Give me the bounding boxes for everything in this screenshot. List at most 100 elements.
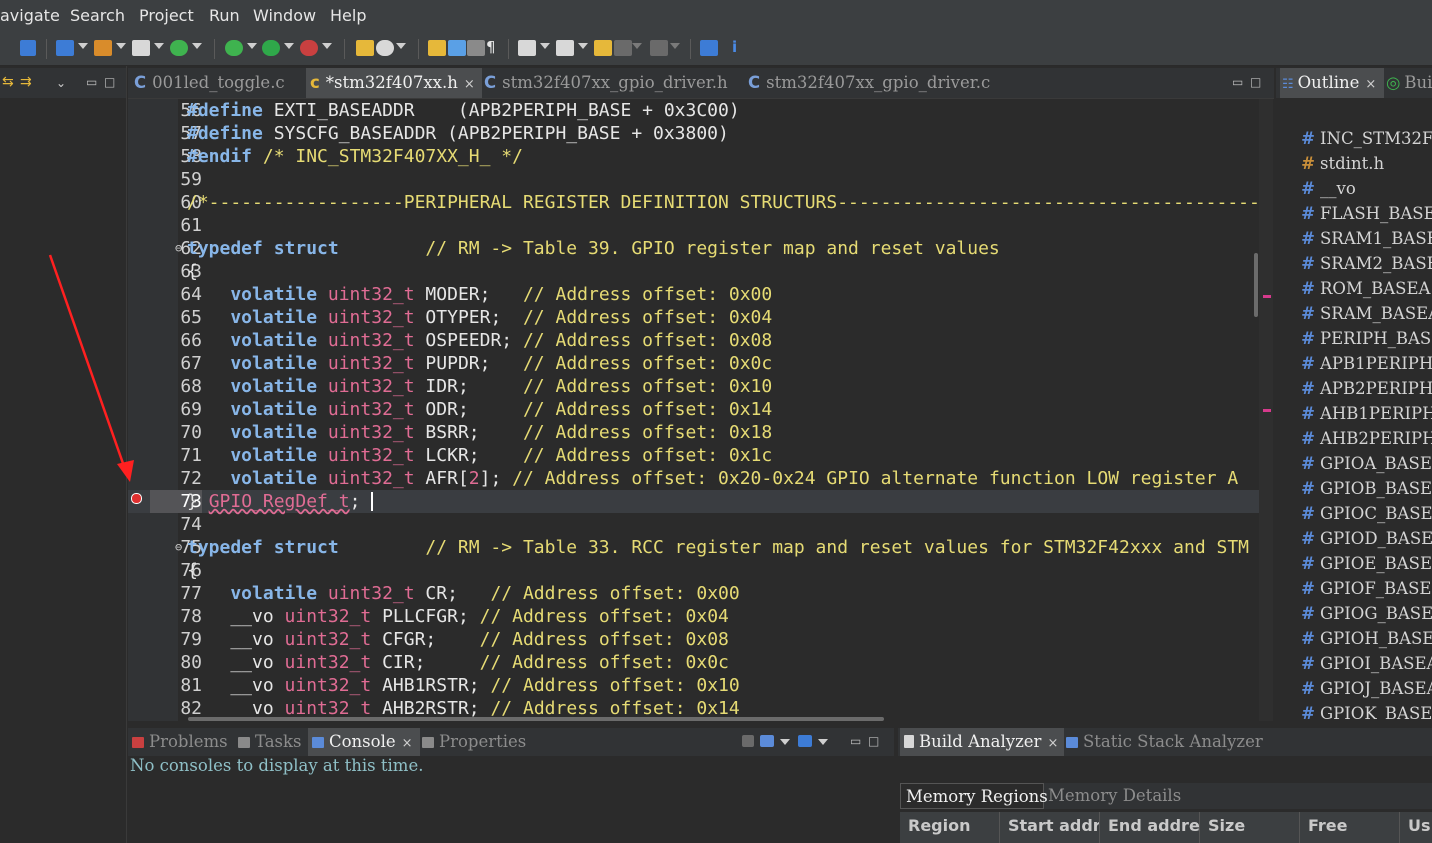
word-wrap-icon[interactable]	[448, 40, 466, 56]
code-line[interactable]: 77 volatile uint32_t CR; // Address offs…	[128, 582, 1259, 605]
minimize-icon[interactable]: ▭	[1232, 75, 1243, 89]
column-region[interactable]: Region	[900, 812, 1000, 843]
minimize-icon[interactable]: ▭	[86, 75, 97, 89]
code-line[interactable]: 78 __vo uint32_t PLLCFGR; // Address off…	[128, 605, 1259, 628]
close-icon[interactable]: ×	[1365, 77, 1376, 92]
info-icon[interactable]: i	[732, 39, 750, 55]
error-marker[interactable]	[1263, 409, 1271, 412]
outline-item[interactable]: # GPIOE_BASE	[1276, 551, 1432, 576]
outline-item[interactable]: # ROM_BASEA	[1276, 276, 1430, 301]
chevron-down-icon[interactable]	[247, 43, 257, 49]
menu-navigate[interactable]: avigate	[0, 6, 60, 25]
outline-item[interactable]: # APB2PERIPH	[1276, 376, 1432, 401]
block-selection-icon[interactable]	[467, 40, 485, 56]
menu-project[interactable]: Project	[139, 6, 194, 25]
new-class-icon[interactable]	[170, 40, 188, 56]
horizontal-scrollbar-thumb[interactable]	[188, 717, 884, 721]
outline-item[interactable]: # FLASH_BASE	[1276, 201, 1432, 226]
column-end-address[interactable]: End addre	[1100, 812, 1200, 843]
code-line[interactable]: 69 volatile uint32_t ODR; // Address off…	[128, 398, 1259, 421]
column-used[interactable]: Us	[1400, 812, 1432, 843]
error-icon[interactable]	[131, 493, 142, 504]
chevron-down-icon[interactable]	[154, 43, 164, 49]
last-edit-icon[interactable]	[594, 40, 612, 56]
menu-window[interactable]: Window	[253, 6, 316, 25]
outline-item[interactable]: # INC_STM32F	[1276, 126, 1432, 151]
new-source-icon[interactable]	[94, 40, 112, 56]
code-line[interactable]: 66 volatile uint32_t OSPEEDR; // Address…	[128, 329, 1259, 352]
new-icon[interactable]	[20, 40, 36, 56]
tab-properties[interactable]: Properties	[422, 728, 532, 756]
prev-annotation-icon[interactable]	[556, 40, 574, 56]
outline-item[interactable]: # __vo	[1276, 176, 1356, 201]
code-line[interactable]: 65 volatile uint32_t OTYPER; // Address …	[128, 306, 1259, 329]
outline-item[interactable]: # AHB1PERIPH	[1276, 401, 1432, 426]
chevron-down-icon[interactable]	[396, 43, 406, 49]
chevron-down-icon[interactable]	[632, 43, 642, 49]
tab-static-stack-analyzer[interactable]: Static Stack Analyzer	[1066, 728, 1266, 756]
pilcrow-icon[interactable]: ¶	[486, 39, 504, 55]
code-line[interactable]: 75 ⊖ typedef struct // RM -> Table 33. RCC…	[128, 536, 1259, 559]
minimize-icon[interactable]: ▭	[850, 734, 861, 748]
new-project-icon[interactable]	[56, 40, 74, 56]
chevron-down-icon[interactable]	[78, 43, 88, 49]
outline-item[interactable]: # APB1PERIPH	[1276, 351, 1432, 376]
code-line[interactable]: 81 __vo uint32_t AHB1RSTR; // Address of…	[128, 674, 1259, 697]
code-line[interactable]: 59	[128, 168, 1259, 191]
tab-build-analyzer[interactable]: Build Analyzer ×	[900, 728, 1064, 756]
error-marker[interactable]	[1263, 295, 1271, 298]
mark-occurrences-icon[interactable]	[428, 40, 446, 56]
tab-console[interactable]: Console ×	[308, 728, 420, 756]
column-size[interactable]: Size	[1200, 812, 1300, 843]
open-console-icon[interactable]	[798, 735, 812, 747]
code-line[interactable]: 58 #endif /* INC_STM32F407XX_H_ */	[128, 145, 1259, 168]
code-line[interactable]: 67 volatile uint32_t PUPDR; // Address o…	[128, 352, 1259, 375]
display-console-icon[interactable]	[760, 735, 774, 747]
tab-build-targets[interactable]: ◎ Bui	[1386, 68, 1432, 98]
menu-search[interactable]: Search	[70, 6, 125, 25]
code-line[interactable]: 61	[128, 214, 1259, 237]
maximize-icon[interactable]: □	[104, 75, 115, 89]
chevron-down-icon[interactable]	[540, 43, 550, 49]
chevron-down-icon[interactable]	[284, 43, 294, 49]
open-type-icon[interactable]	[356, 40, 374, 56]
column-start-address[interactable]: Start addr	[1000, 812, 1100, 843]
maximize-icon[interactable]: □	[868, 734, 879, 748]
tab-memory-regions[interactable]: Memory Regions	[900, 783, 1048, 809]
chevron-down-icon[interactable]	[192, 43, 202, 49]
chevron-down-icon[interactable]	[116, 43, 126, 49]
external-tools-icon[interactable]	[300, 40, 318, 56]
outline-item[interactable]: # SRAM_BASEA	[1276, 301, 1432, 326]
code-lines[interactable]: 56 #define EXTI_BASEADDR (APB2PERIPH_BASE…	[128, 99, 1259, 721]
code-line[interactable]: 64 volatile uint32_t MODER; // Address o…	[128, 283, 1259, 306]
tab-outline[interactable]: ☷ Outline ×	[1280, 68, 1384, 98]
outline-item[interactable]: # SRAM2_BASE	[1276, 251, 1432, 276]
tab-tasks[interactable]: Tasks	[238, 728, 308, 756]
back-icon[interactable]	[614, 40, 632, 56]
outline-item[interactable]: # GPIOD_BASE	[1276, 526, 1432, 551]
tab-problems[interactable]: Problems	[132, 728, 236, 756]
fold-toggle-icon[interactable]: ⊖	[175, 237, 182, 260]
close-icon[interactable]: ×	[464, 77, 475, 92]
code-line[interactable]: 80 __vo uint32_t CIR; // Address offset:…	[128, 651, 1259, 674]
annotation-icon[interactable]	[518, 40, 536, 56]
code-line[interactable]: 57 #define SYSCFG_BASEADDR (APB2PERIPH_BA…	[128, 122, 1259, 145]
chevron-down-icon[interactable]	[818, 739, 828, 745]
code-line[interactable]: 60/*------------------PERIPHERAL REGISTE…	[128, 191, 1259, 214]
new-header-icon[interactable]	[132, 40, 150, 56]
code-line[interactable]: 76{	[128, 559, 1259, 582]
close-icon[interactable]: ×	[1047, 736, 1058, 751]
tab-gpio-driver-h[interactable]: Cstm32f407xx_gpio_driver.h	[484, 68, 742, 98]
search-icon[interactable]	[376, 40, 394, 56]
code-line[interactable]: 72 volatile uint32_t AFR[2]; // Address …	[128, 467, 1259, 490]
chevron-down-icon[interactable]	[578, 43, 588, 49]
outline-item[interactable]: # SRAM1_BASE	[1276, 226, 1432, 251]
outline-item[interactable]: # GPIOH_BASE	[1276, 626, 1432, 651]
tab-gpio-driver-c[interactable]: Cstm32f407xx_gpio_driver.c	[748, 68, 1010, 98]
chevron-down-icon[interactable]	[780, 739, 790, 745]
forward-icon[interactable]	[650, 40, 668, 56]
tab-stm32f407xx-h[interactable]: c *stm32f407xx.h ×	[306, 68, 482, 98]
outline-item[interactable]: # GPIOI_BASEA	[1276, 651, 1432, 676]
code-line[interactable]: 63{	[128, 260, 1259, 283]
link-editor-icon[interactable]: ⇆	[2, 74, 14, 90]
